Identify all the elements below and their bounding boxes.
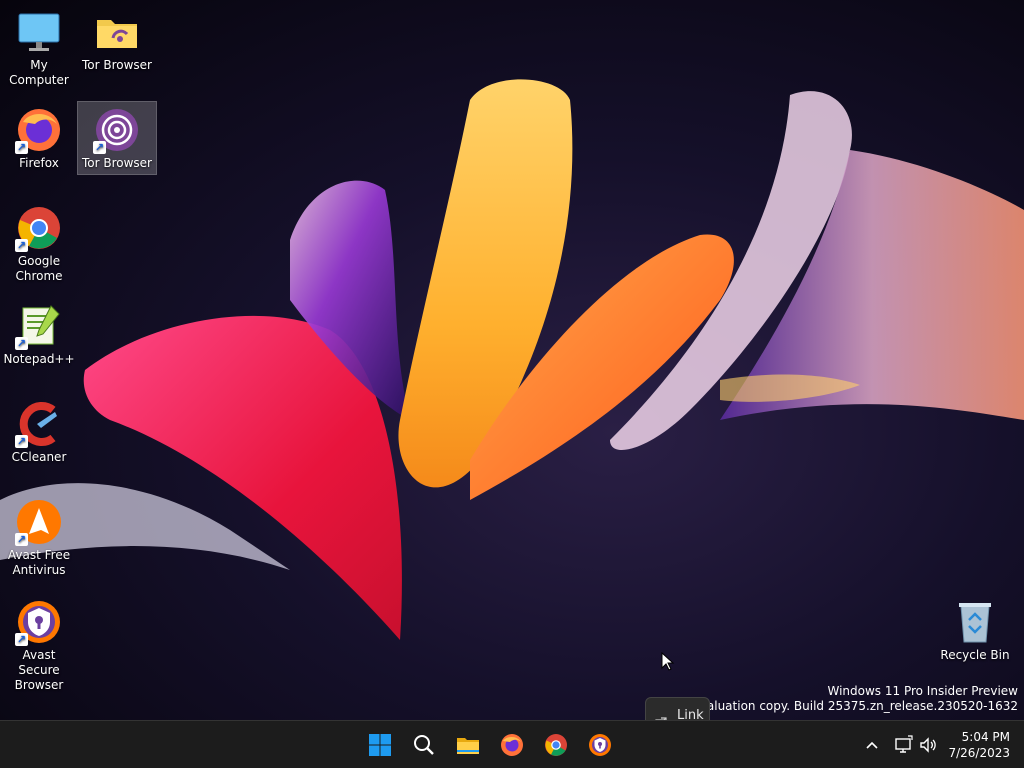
- desktop-icon-label: Tor Browser: [81, 156, 152, 170]
- search-icon: [414, 735, 434, 755]
- search-button[interactable]: [406, 727, 442, 763]
- desktop-icon-label: Notepad++: [3, 352, 75, 366]
- clock-time: 5:04 PM: [961, 730, 1010, 744]
- desktop-icon-notepad-plus-plus[interactable]: ↗ Notepad++: [0, 298, 78, 370]
- desktop-icon-label: Avast Secure Browser: [14, 648, 64, 692]
- watermark-build: Evaluation copy. Build 25375.zn_release.…: [692, 699, 1018, 713]
- windows-watermark: Windows 11 Pro Insider Preview Evaluatio…: [692, 684, 1018, 714]
- desktop-icon-label: Google Chrome: [15, 254, 63, 283]
- firefox-taskbar-button[interactable]: [494, 727, 530, 763]
- avast-secure-browser-icon: ↗: [15, 598, 63, 646]
- recycle-bin-icon: [951, 598, 999, 646]
- desktop-icon-label: My Computer: [9, 58, 69, 87]
- chrome-icon: ↗: [15, 204, 63, 252]
- desktop-icon-label: CCleaner: [11, 450, 67, 464]
- avast-icon: ↗: [15, 498, 63, 546]
- desktop-icon-avast-secure-browser[interactable]: ↗ Avast Secure Browser: [0, 594, 78, 696]
- taskbar: 5:04 PM 7/26/2023: [0, 720, 1024, 768]
- windows-logo-icon: [369, 734, 391, 756]
- shortcut-arrow-icon: ↗: [15, 239, 28, 252]
- system-clock[interactable]: 5:04 PM 7/26/2023: [948, 729, 1010, 761]
- file-explorer-button[interactable]: [450, 727, 486, 763]
- desktop-icon-label: Recycle Bin: [940, 648, 1010, 662]
- folder-icon: [457, 738, 479, 754]
- mouse-pointer-icon: [661, 651, 675, 676]
- desktop-icon-google-chrome[interactable]: ↗ Google Chrome: [0, 200, 78, 287]
- chevron-up-icon[interactable]: [862, 735, 882, 755]
- desktop-icon-recycle-bin[interactable]: Recycle Bin: [936, 594, 1014, 666]
- external-link-icon: [655, 708, 667, 729]
- desktop-icon-avast-free-antivirus[interactable]: ↗ Avast Free Antivirus: [0, 494, 78, 581]
- tor-browser-icon: ↗: [93, 106, 141, 154]
- network-icon[interactable]: [894, 735, 914, 755]
- chrome-taskbar-button[interactable]: [538, 727, 574, 763]
- shortcut-arrow-icon: ↗: [15, 633, 28, 646]
- chrome-icon: [545, 734, 567, 756]
- desktop-icon-firefox[interactable]: ↗ Firefox: [0, 102, 78, 174]
- avast-secure-browser-taskbar-button[interactable]: [582, 727, 618, 763]
- desktop-icon-label: Firefox: [19, 156, 59, 170]
- ccleaner-icon: ↗: [15, 400, 63, 448]
- shortcut-arrow-icon: ↗: [15, 141, 28, 154]
- monitor-icon: [15, 8, 63, 56]
- avast-secure-browser-icon: [589, 734, 611, 756]
- shortcut-arrow-icon: ↗: [15, 533, 28, 546]
- notepad-plus-plus-icon: ↗: [15, 302, 63, 350]
- desktop-icon-ccleaner[interactable]: ↗ CCleaner: [0, 396, 78, 468]
- desktop-icon-label: Tor Browser: [81, 58, 152, 72]
- desktop-icon-tor-browser-folder[interactable]: Tor Browser: [78, 4, 156, 76]
- start-button[interactable]: [362, 727, 398, 763]
- shortcut-arrow-icon: ↗: [15, 337, 28, 350]
- folder-icon: [93, 8, 141, 56]
- watermark-edition: Windows 11 Pro Insider Preview: [827, 684, 1018, 698]
- shortcut-arrow-icon: ↗: [93, 141, 106, 154]
- shortcut-arrow-icon: ↗: [15, 435, 28, 448]
- desktop-icon-tor-browser[interactable]: ↗ Tor Browser: [77, 101, 157, 175]
- firefox-icon: ↗: [15, 106, 63, 154]
- desktop-icon-label: Avast Free Antivirus: [7, 548, 71, 577]
- desktop-icon-my-computer[interactable]: My Computer: [0, 4, 78, 91]
- volume-icon[interactable]: [918, 735, 938, 755]
- firefox-icon: [501, 734, 523, 756]
- clock-date: 7/26/2023: [948, 746, 1010, 760]
